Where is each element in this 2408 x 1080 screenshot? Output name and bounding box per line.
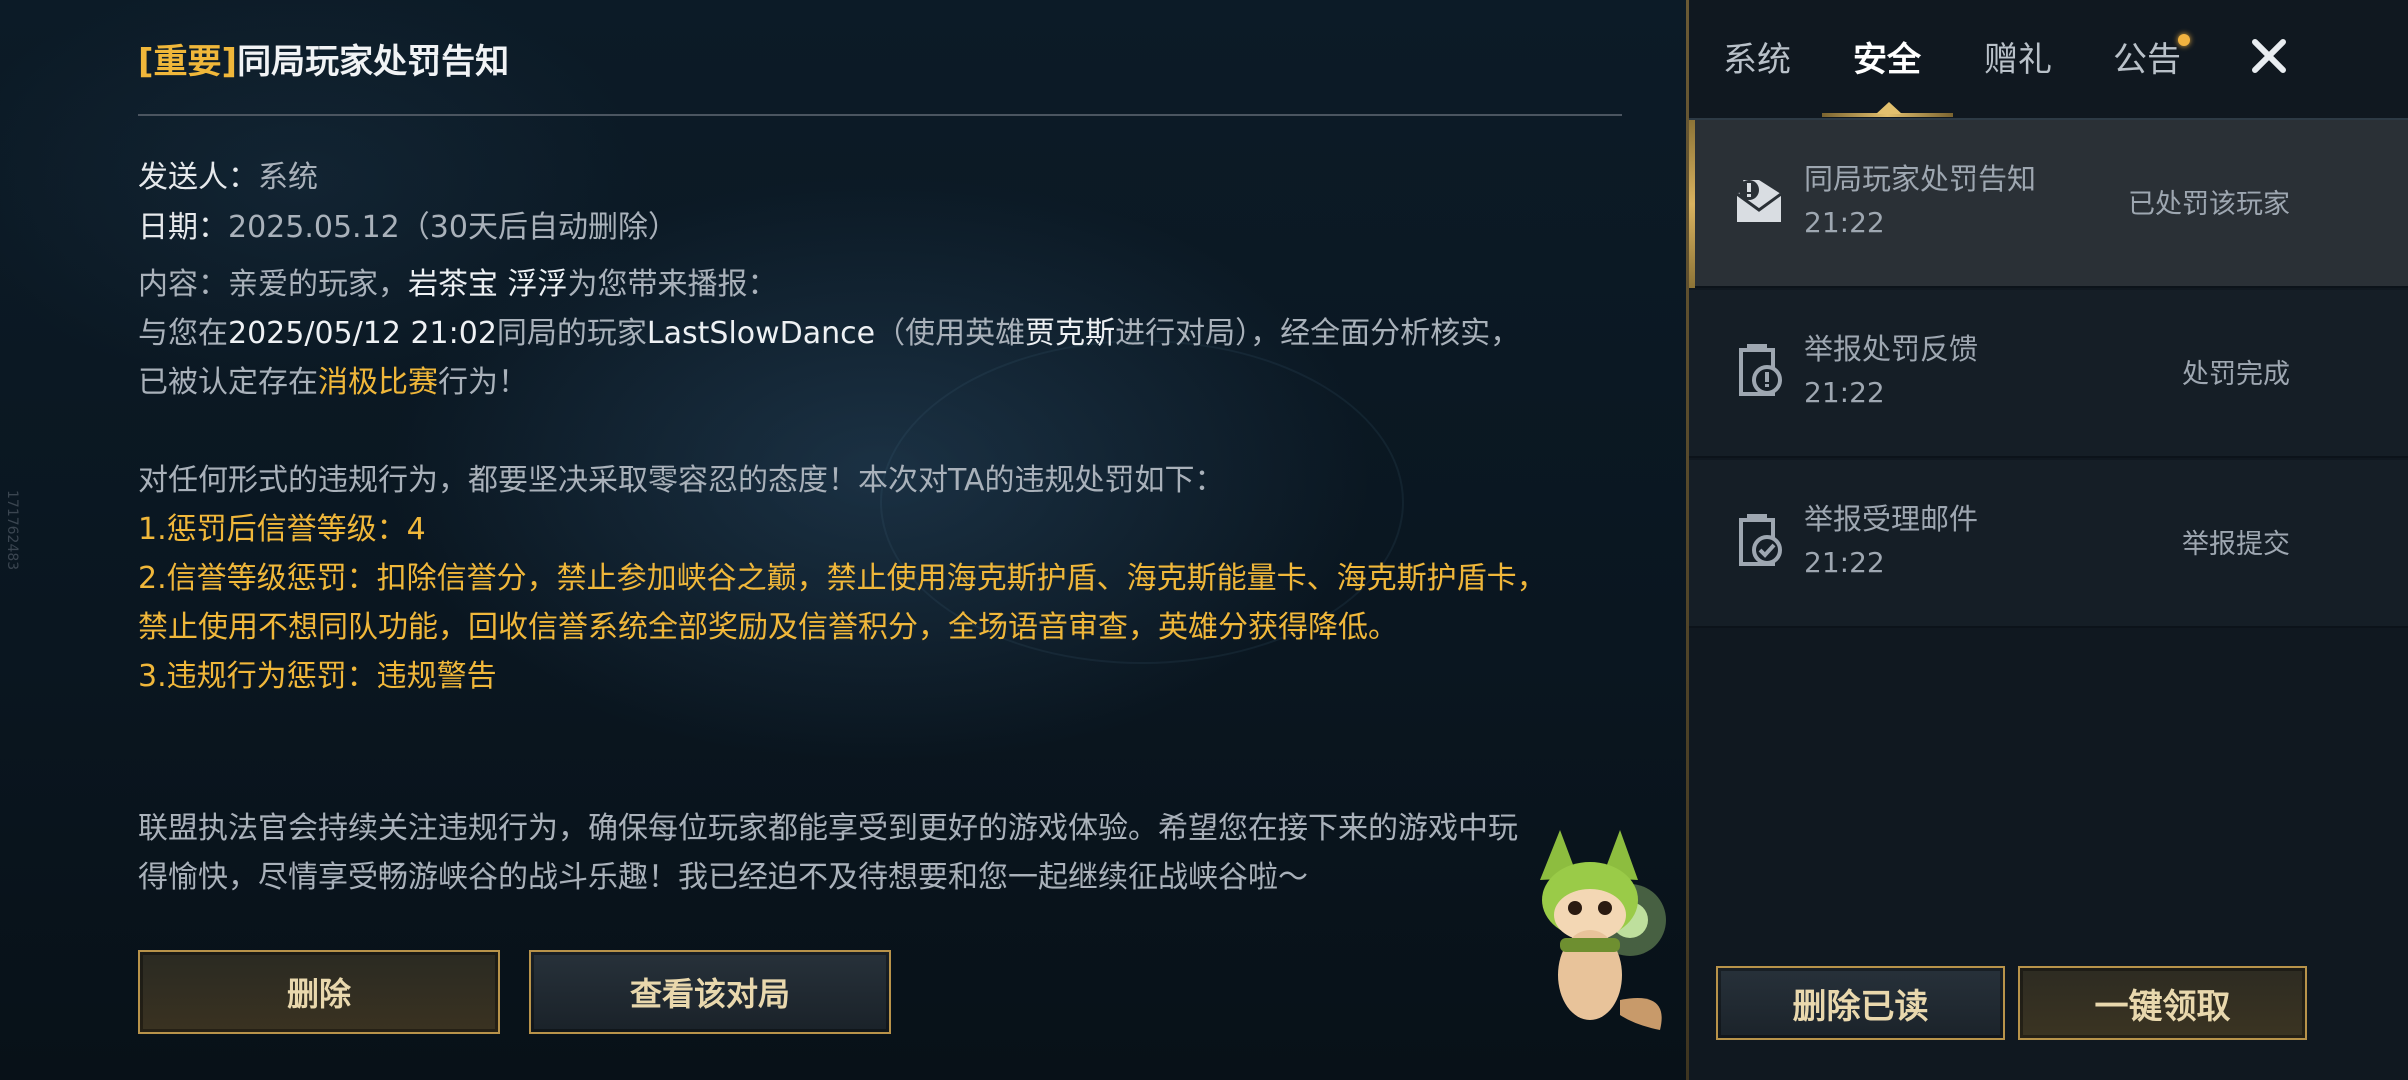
- mail-item-status: 处罚完成: [2182, 359, 2290, 390]
- close-icon[interactable]: [2247, 34, 2291, 78]
- mail-item-name: 举报处罚反馈: [1804, 332, 1979, 366]
- mail-item-time: 21:22: [1804, 376, 1885, 409]
- tab-system[interactable]: 系统: [1723, 32, 1791, 81]
- closing-a: 联盟执法官会持续关注违规行为，确保每位玩家都能享受到更好的游戏体验。希望您在接下…: [138, 811, 1518, 846]
- sender-line: 发送人：系统: [138, 152, 318, 196]
- tab-gift[interactable]: 赠礼: [1984, 32, 2052, 81]
- mail-tabs: 系统 安全 赠礼 公告: [1689, 0, 2408, 120]
- line2-b: 同局的玩家: [496, 316, 647, 351]
- penalty-3: 3.违规行为惩罚：违规警告: [138, 659, 497, 694]
- mail-alert-icon: [1736, 180, 1782, 222]
- important-tag: [重要]: [138, 42, 238, 82]
- sender-value: 系统: [258, 160, 318, 195]
- content-suffix: 为您带来播报：: [567, 267, 778, 302]
- mail-item-status: 已处罚该玩家: [2128, 189, 2290, 220]
- mail-title: [重要]同局玩家处罚告知: [138, 34, 509, 83]
- closing-text: 联盟执法官会持续关注违规行为，确保每位玩家都能享受到更好的游戏体验。希望您在接下…: [138, 804, 1598, 902]
- content-line-2: 与您在2025/05/12 21:02同局的玩家LastSlowDance（使用…: [138, 309, 1598, 358]
- watermark: 171762483: [4, 490, 20, 571]
- title-divider: [138, 114, 1622, 116]
- mail-list-panel: 系统 安全 赠礼 公告 同局玩家处罚告知 21:22 已处罚该玩家 举报处罚反馈…: [1689, 0, 2408, 1080]
- mascot-icon: [1540, 830, 1666, 1030]
- claim-all-button[interactable]: 一键领取: [2018, 966, 2307, 1040]
- line2-c: （使用英雄: [875, 316, 1026, 351]
- policy-line: 对任何形式的违规行为，都要坚决采取零容忍的态度！本次对TA的违规处罚如下：: [138, 463, 1225, 498]
- notification-dot: [2178, 34, 2190, 46]
- offender-name: LastSlowDance: [646, 316, 876, 351]
- date-label: 日期：: [138, 210, 228, 245]
- mail-list-item-report-feedback[interactable]: 举报处罚反馈 21:22 处罚完成: [1689, 290, 2408, 458]
- delete-button[interactable]: 删除: [138, 950, 500, 1034]
- date-line: 日期：2025.05.12（30天后自动删除）: [138, 202, 678, 246]
- mail-item-status: 举报提交: [2182, 529, 2290, 560]
- match-time: 2025/05/12 21:02: [228, 316, 497, 351]
- content-prefix: 内容：亲爱的玩家，: [138, 267, 408, 302]
- content-line-3: 已被认定存在消极比赛行为！: [138, 358, 1598, 407]
- penalty-1: 1.惩罚后信誉等级：4: [138, 512, 426, 547]
- penalty-2b: 禁止使用不想同队功能，回收信誉系统全部奖励及信誉积分，全场语音审查，英雄分获得降…: [138, 610, 1398, 645]
- line3-a: 已被认定存在: [138, 365, 318, 400]
- mail-item-name: 同局玩家处罚告知: [1804, 162, 2037, 196]
- tab-security[interactable]: 安全: [1853, 32, 1921, 81]
- tab-announcement[interactable]: 公告: [2113, 32, 2181, 81]
- report-alert-icon: [1739, 344, 1782, 396]
- report-check-icon: [1739, 514, 1782, 566]
- closing-b: 得愉快，尽情享受畅游峡谷的战斗乐趣！我已经迫不及待想要和您一起继续征战峡谷啦～: [138, 860, 1308, 895]
- mail-item-time: 21:22: [1804, 546, 1885, 579]
- view-match-button[interactable]: 查看该对局: [529, 950, 891, 1034]
- line2-d: 进行对局），经全面分析核实，: [1115, 316, 1521, 351]
- hero-name: 贾克斯: [1025, 316, 1116, 351]
- line3-b: 行为！: [438, 365, 528, 400]
- line2-a: 与您在: [138, 316, 228, 351]
- mail-title-text: 同局玩家处罚告知: [237, 42, 510, 82]
- mail-detail-panel: 171762483 [重要]同局玩家处罚告知 发送人：系统 日期：2025.05…: [0, 0, 1686, 1080]
- mail-item-name: 举报受理邮件: [1804, 502, 1979, 536]
- mail-list-item-penalty-notice[interactable]: 同局玩家处罚告知 21:22 已处罚该玩家: [1689, 120, 2408, 288]
- mail-content: 内容：亲爱的玩家，岩茶宝 浮浮为您带来播报： 与您在2025/05/12 21:…: [138, 260, 1598, 701]
- violation-behavior: 消极比赛: [318, 365, 438, 400]
- active-tab-caret: [1876, 102, 1902, 114]
- recipient-name: 岩茶宝 浮浮: [408, 267, 568, 302]
- selected-accent: [1689, 120, 1695, 288]
- delete-read-button[interactable]: 删除已读: [1716, 966, 2005, 1040]
- sender-label: 发送人：: [138, 160, 258, 195]
- mail-item-time: 21:22: [1804, 206, 1885, 239]
- mail-list-item-report-accepted[interactable]: 举报受理邮件 21:22 举报提交: [1689, 460, 2408, 628]
- content-intro: 内容：亲爱的玩家，岩茶宝 浮浮为您带来播报：: [138, 260, 1598, 309]
- penalty-2a: 2.信誉等级惩罚：扣除信誉分，禁止参加峡谷之巅，禁止使用海克斯护盾、海克斯能量卡…: [138, 561, 1547, 596]
- date-value: 2025.05.12（30天后自动删除）: [228, 210, 678, 245]
